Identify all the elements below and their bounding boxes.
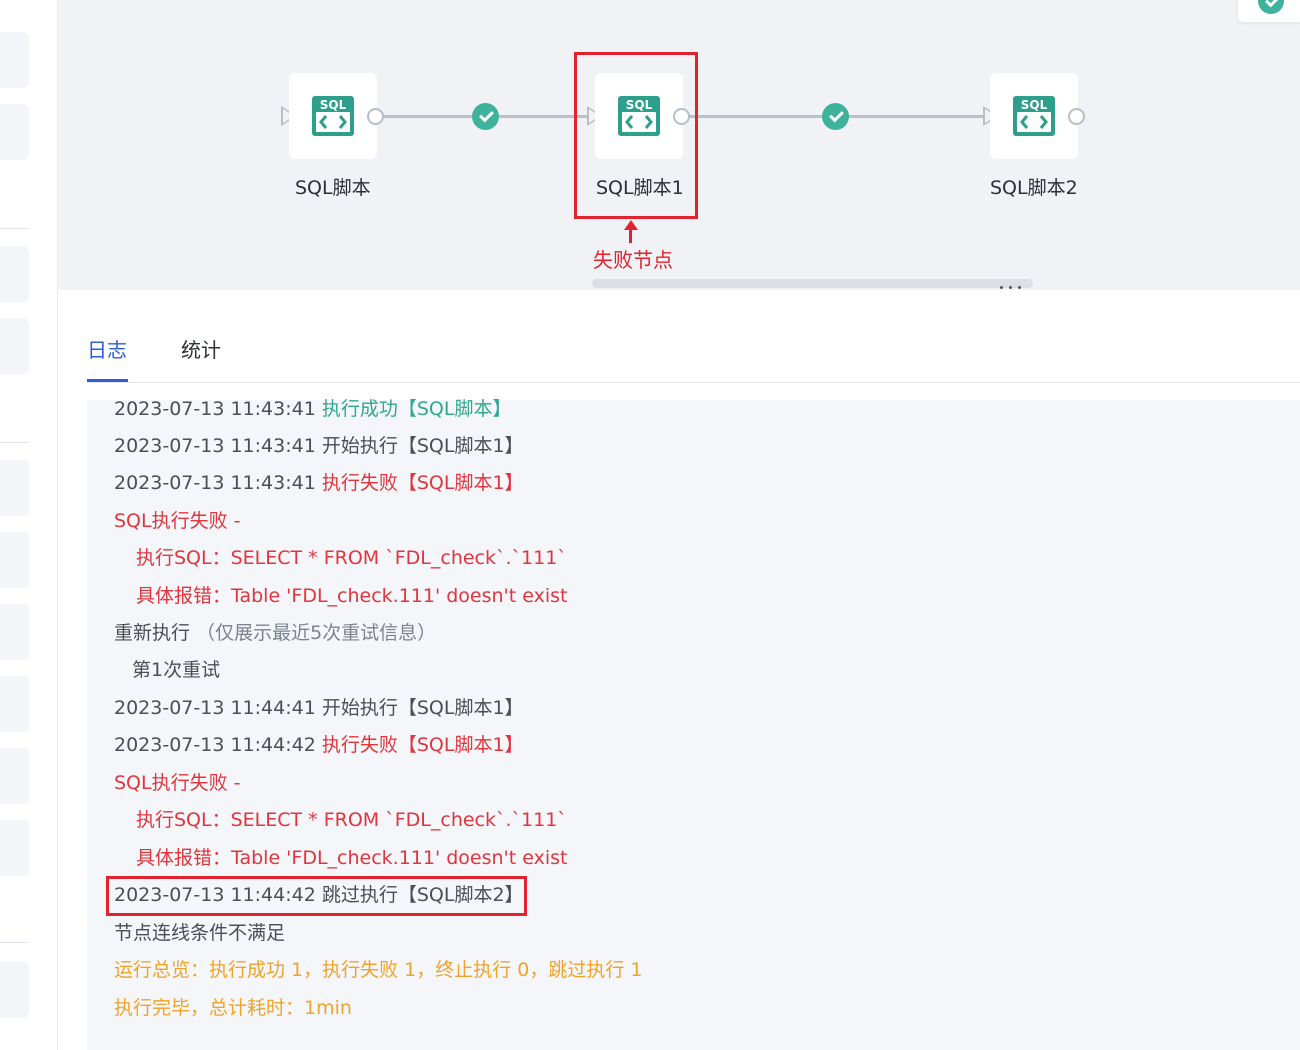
log-line: 节点连线条件不满足 <box>114 922 286 944</box>
sidebar-item[interactable] <box>0 820 29 876</box>
node-label: SQL脚本 <box>295 177 371 199</box>
log-content <box>87 400 1300 1050</box>
svg-text:SQL: SQL <box>1021 98 1048 112</box>
success-check-icon <box>822 103 849 130</box>
sidebar-item[interactable] <box>0 104 29 160</box>
log-note: （仅展示最近5次重试信息） <box>196 622 437 644</box>
output-port-icon[interactable] <box>1068 108 1085 125</box>
svg-text:SQL: SQL <box>320 98 347 112</box>
log-line: 具体报错：Table 'FDL_check.111' doesn't exist <box>136 585 568 607</box>
sidebar-divider <box>0 942 29 943</box>
log-line: 具体报错：Table 'FDL_check.111' doesn't exist <box>136 847 568 869</box>
flow-node-sql-script[interactable]: SQL <box>289 73 377 159</box>
log-line: SQL执行失败 - <box>114 510 241 532</box>
log-line: SQL执行失败 - <box>114 772 241 794</box>
log-time: 2023-07-13 11:43:41 <box>114 435 316 457</box>
arrow-stem <box>629 229 632 243</box>
log-text: 执行失败【SQL脚本1】 <box>321 472 524 494</box>
log-time: 2023-07-13 11:43:41 <box>114 398 316 420</box>
log-time: 2023-07-13 11:44:42 <box>114 734 316 756</box>
failed-node-highlight <box>574 52 698 219</box>
log-line: 2023-07-13 11:43:41 执行成功【SQL脚本】 <box>114 397 511 421</box>
tabs-divider <box>87 382 1300 383</box>
log-time: 2023-07-13 11:44:41 <box>114 697 316 719</box>
failed-node-annotation: 失败节点 <box>593 248 673 272</box>
log-text: 重新执行 <box>114 622 191 644</box>
sidebar-item[interactable] <box>0 748 29 804</box>
log-line: 2023-07-13 11:44:41 开始执行【SQL脚本1】 <box>114 696 524 720</box>
sidebar-divider <box>0 228 29 229</box>
tab-log[interactable]: 日志 <box>87 334 127 363</box>
sidebar-item[interactable] <box>0 318 29 374</box>
sql-script-icon: SQL <box>1013 96 1055 136</box>
sidebar-item[interactable] <box>0 460 29 516</box>
sidebar-item[interactable] <box>0 32 29 88</box>
output-port-icon[interactable] <box>367 108 384 125</box>
flow-node-sql-script-2[interactable]: SQL <box>990 73 1078 159</box>
log-line: 重新执行 （仅展示最近5次重试信息） <box>114 621 436 645</box>
sidebar-item[interactable] <box>0 604 29 660</box>
log-text: 执行成功【SQL脚本】 <box>321 398 512 420</box>
sidebar-item[interactable] <box>0 246 29 302</box>
log-text: 开始执行【SQL脚本1】 <box>321 697 524 719</box>
log-text: 开始执行【SQL脚本1】 <box>321 435 524 457</box>
sidebar-divider <box>0 442 29 443</box>
canvas-scrollbar[interactable] <box>592 279 1033 288</box>
log-text: 执行失败【SQL脚本1】 <box>321 734 524 756</box>
left-sidebar <box>0 0 58 1050</box>
tab-statistics[interactable]: 统计 <box>181 334 221 363</box>
sidebar-item[interactable] <box>0 676 29 732</box>
log-line: 执行SQL：SELECT * FROM `FDL_check`.`111` <box>136 809 567 831</box>
sql-script-icon: SQL <box>312 96 354 136</box>
log-line: 第1次重试 <box>132 659 221 681</box>
log-line: 2023-07-13 11:43:41 开始执行【SQL脚本1】 <box>114 434 524 458</box>
log-summary: 执行完毕，总计耗时：1min <box>114 997 352 1019</box>
log-line: 执行SQL：SELECT * FROM `FDL_check`.`111` <box>136 547 567 569</box>
success-check-icon <box>472 103 499 130</box>
skipped-line-highlight <box>106 876 527 916</box>
log-time: 2023-07-13 11:43:41 <box>114 472 316 494</box>
log-line: 2023-07-13 11:43:41 执行失败【SQL脚本1】 <box>114 471 524 495</box>
log-line: 2023-07-13 11:44:42 执行失败【SQL脚本1】 <box>114 733 524 757</box>
log-summary: 运行总览：执行成功 1，执行失败 1，终止执行 0，跳过执行 1 <box>114 959 643 981</box>
node-label: SQL脚本2 <box>990 177 1078 199</box>
sidebar-item[interactable] <box>0 962 29 1018</box>
sidebar-item[interactable] <box>0 532 29 588</box>
